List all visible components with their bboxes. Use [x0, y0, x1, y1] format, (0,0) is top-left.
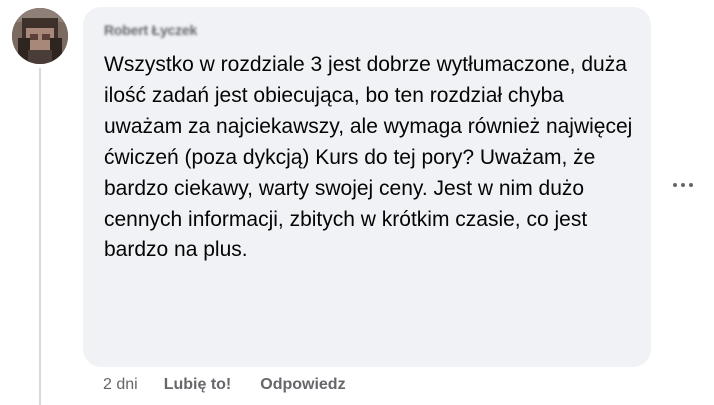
- comment-bubble: Robert Łyczek Wszystko w rozdziale 3 jes…: [83, 7, 651, 367]
- avatar[interactable]: [12, 8, 68, 64]
- comment-actions: 2 dni Lubię to! Odpowiedz: [103, 373, 346, 397]
- comment-container: Robert Łyczek Wszystko w rozdziale 3 jes…: [0, 0, 714, 405]
- comment-timestamp[interactable]: 2 dni: [103, 376, 138, 394]
- like-button[interactable]: Lubię to!: [164, 376, 232, 394]
- more-options-button[interactable]: [670, 177, 696, 193]
- reply-button[interactable]: Odpowiedz: [260, 376, 345, 394]
- comment-author[interactable]: Robert Łyczek: [104, 21, 197, 39]
- avatar-image: [12, 8, 68, 64]
- more-options-icon: [673, 183, 693, 187]
- thread-line: [39, 68, 41, 405]
- comment-text: Wszystko w rozdziale 3 jest dobrze wytłu…: [104, 53, 633, 262]
